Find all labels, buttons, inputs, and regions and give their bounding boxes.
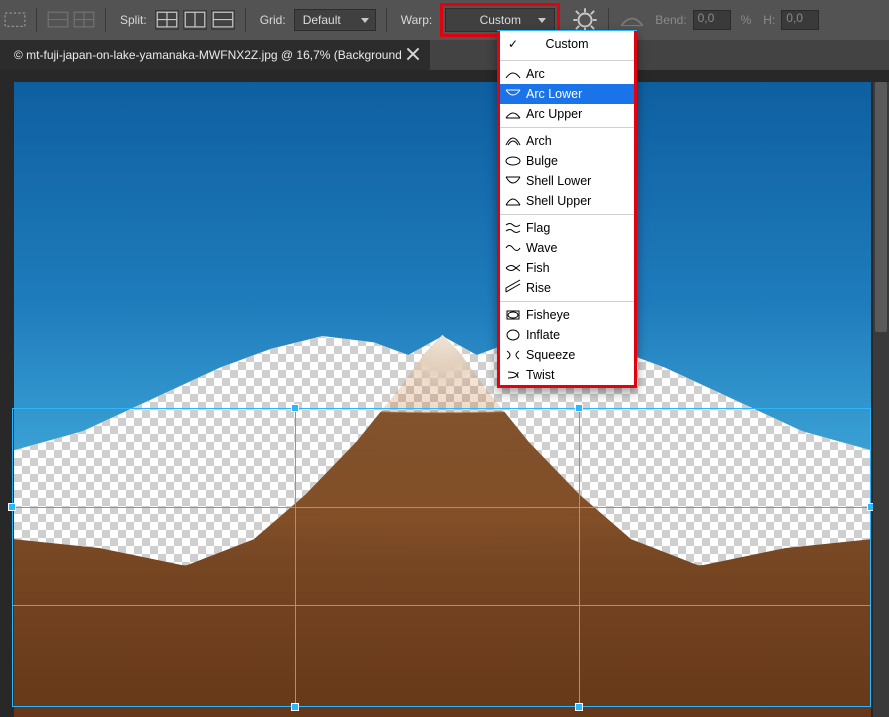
crop-marquee-icon[interactable]: [4, 9, 26, 31]
twist-icon: [504, 368, 522, 382]
split-horizontal-button[interactable]: [211, 10, 235, 30]
options-bar: Split: Grid: Default Warp: Custom Bend: …: [0, 0, 889, 40]
separator: [36, 8, 37, 32]
warp-option-label: Shell Upper: [526, 194, 591, 208]
canvas[interactable]: [14, 82, 871, 717]
menu-separator: [500, 127, 634, 128]
warp-option-label: Bulge: [526, 154, 558, 168]
warp-option-label: Arc Lower: [526, 87, 582, 101]
warp-option-label: Arc: [526, 67, 545, 81]
grid-select[interactable]: Default: [294, 9, 376, 31]
shell-lower-icon: [504, 174, 522, 188]
arc-icon: [504, 67, 522, 81]
close-icon[interactable]: [406, 47, 420, 61]
warp-option-fisheye[interactable]: Fisheye: [500, 305, 634, 325]
fish-icon: [504, 261, 522, 275]
warp-option-arc-upper[interactable]: Arc Upper: [500, 104, 634, 124]
warp-option-label: Fisheye: [526, 308, 570, 322]
bulge-icon: [504, 154, 522, 168]
separator: [608, 8, 609, 32]
arc-lower-icon: [504, 87, 522, 101]
arc-upper-icon: [504, 107, 522, 121]
bend-label: Bend:: [649, 13, 688, 27]
inflate-icon: [504, 328, 522, 342]
split-vertical-button[interactable]: [183, 10, 207, 30]
warp-option-label: Flag: [526, 221, 550, 235]
separator: [386, 8, 387, 32]
warp-option-label: Twist: [526, 368, 554, 382]
warp-option-arch[interactable]: Arch: [500, 131, 634, 151]
squeeze-icon: [504, 348, 522, 362]
warp-option-rise[interactable]: Rise: [500, 278, 634, 298]
warp-option-arc-lower[interactable]: Arc Lower: [500, 84, 634, 104]
warp-option-fish[interactable]: Fish: [500, 258, 634, 278]
warp-option-wave[interactable]: Wave: [500, 238, 634, 258]
warp-option-label: Custom: [545, 37, 588, 51]
warp-option-arc[interactable]: Arc: [500, 64, 634, 84]
separator: [105, 8, 106, 32]
menu-separator: [500, 60, 634, 61]
warp-option-flag[interactable]: Flag: [500, 218, 634, 238]
warp-label: Warp:: [397, 13, 437, 27]
h-label: H:: [757, 13, 777, 27]
warp-dropdown: Custom Arc Arc Lower Arc Upper Arch Bulg…: [497, 30, 637, 388]
warp-option-inflate[interactable]: Inflate: [500, 325, 634, 345]
warp-option-squeeze[interactable]: Squeeze: [500, 345, 634, 365]
warp-option-shell-lower[interactable]: Shell Lower: [500, 171, 634, 191]
arch-icon: [504, 134, 522, 148]
warp-option-label: Arc Upper: [526, 107, 582, 121]
scrollbar-thumb[interactable]: [875, 82, 887, 332]
canvas-viewport: [0, 70, 889, 717]
rise-icon: [504, 281, 522, 295]
warp-option-label: Rise: [526, 281, 551, 295]
split-label: Split:: [116, 13, 151, 27]
warp-option-bulge[interactable]: Bulge: [500, 151, 634, 171]
warp-option-shell-upper[interactable]: Shell Upper: [500, 191, 634, 211]
split-rows-icon[interactable]: [47, 9, 69, 31]
warp-option-label: Fish: [526, 261, 550, 275]
warp-option-custom[interactable]: Custom: [500, 31, 634, 57]
h-field[interactable]: 0,0: [781, 10, 819, 30]
separator: [245, 8, 246, 32]
warp-option-label: Inflate: [526, 328, 560, 342]
split-grid-icon[interactable]: [73, 9, 95, 31]
document-tabstrip: © mt-fuji-japan-on-lake-yamanaka-MWFNX2Z…: [0, 40, 889, 70]
shell-upper-icon: [504, 194, 522, 208]
menu-separator: [500, 214, 634, 215]
warp-select[interactable]: Custom: [445, 8, 555, 32]
bend-field[interactable]: 0,0: [693, 10, 731, 30]
warp-select-value: Custom: [480, 13, 521, 27]
grid-label: Grid:: [256, 13, 290, 27]
menu-separator: [500, 301, 634, 302]
document-tab[interactable]: © mt-fuji-japan-on-lake-yamanaka-MWFNX2Z…: [0, 40, 430, 70]
wave-icon: [504, 241, 522, 255]
warp-option-label: Shell Lower: [526, 174, 591, 188]
flag-icon: [504, 221, 522, 235]
bend-unit: %: [735, 13, 754, 27]
grid-select-value: Default: [303, 13, 341, 27]
warp-option-label: Wave: [526, 241, 558, 255]
warp-option-label: Arch: [526, 134, 552, 148]
split-cross-button[interactable]: [155, 10, 179, 30]
document-title: © mt-fuji-japan-on-lake-yamanaka-MWFNX2Z…: [14, 48, 402, 62]
vertical-scrollbar[interactable]: [873, 82, 889, 717]
warp-option-twist[interactable]: Twist: [500, 365, 634, 385]
fisheye-icon: [504, 308, 522, 322]
warp-option-label: Squeeze: [526, 348, 575, 362]
